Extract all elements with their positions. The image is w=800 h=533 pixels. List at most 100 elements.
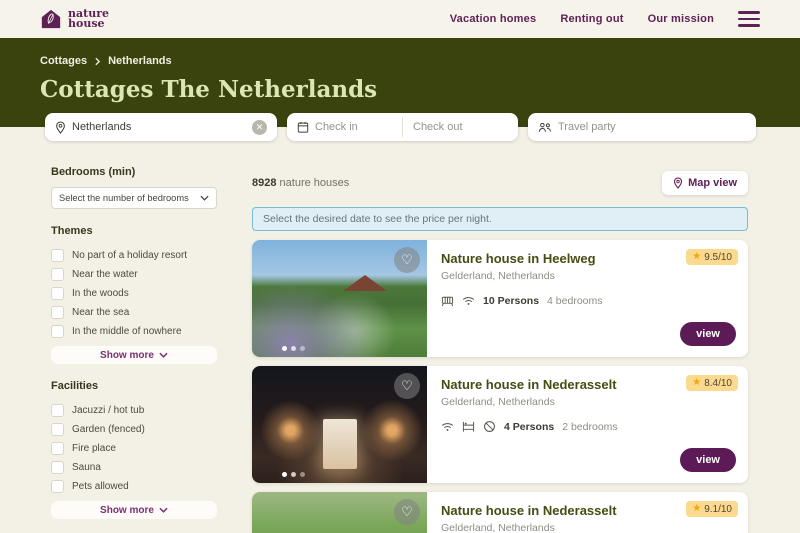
page-title: Cottages The Netherlands	[40, 76, 378, 103]
crib-icon	[441, 294, 454, 307]
rating-badge: ★ 9.5/10	[686, 249, 738, 265]
check-in-input[interactable]	[315, 121, 392, 133]
map-view-button[interactable]: Map view	[662, 171, 748, 195]
breadcrumb: Cottages Netherlands	[40, 55, 760, 67]
listing-card: ♡ Nature house in Heelweg Gelderland, Ne…	[252, 240, 748, 357]
theme-option-in-woods[interactable]: In the woods	[51, 284, 217, 303]
breadcrumb-netherlands[interactable]: Netherlands	[108, 55, 172, 67]
persons-count: 10 Persons	[483, 294, 540, 307]
breadcrumb-chevron-icon	[95, 57, 101, 66]
facility-option-fire-place[interactable]: Fire place	[51, 439, 217, 458]
checkbox[interactable]	[51, 249, 64, 262]
clear-location-icon[interactable]: ✕	[252, 119, 267, 135]
brand-logo[interactable]: nature house	[40, 8, 109, 30]
results-area: 8928 nature houses Map view Select the d…	[252, 171, 748, 533]
listing-card: ♡ Nature house in Nederasselt Gelderland…	[252, 492, 748, 533]
checkbox[interactable]	[51, 287, 64, 300]
check-in-field[interactable]	[287, 113, 402, 141]
favorite-heart-icon[interactable]: ♡	[394, 499, 420, 525]
location-pin-icon	[55, 120, 66, 134]
location-input[interactable]	[72, 121, 252, 133]
listing-photo[interactable]: ♡	[252, 240, 427, 357]
filter-sidebar: Bedrooms (min) Select the number of bedr…	[51, 166, 217, 533]
view-button[interactable]: view	[680, 448, 736, 472]
themes-filter-section: Themes No part of a holiday resort Near …	[51, 225, 217, 364]
checkbox[interactable]	[51, 480, 64, 493]
hamburger-menu-icon[interactable]	[738, 11, 760, 27]
checkbox[interactable]	[51, 325, 64, 338]
travel-party-field[interactable]	[528, 113, 756, 141]
favorite-heart-icon[interactable]: ♡	[394, 373, 420, 399]
wifi-icon	[441, 422, 454, 432]
checkbox[interactable]	[51, 306, 64, 319]
search-bar: ✕	[45, 113, 756, 141]
house-leaf-icon	[40, 8, 62, 30]
checkbox[interactable]	[51, 423, 64, 436]
listing-details: Nature house in Nederasselt Gelderland, …	[427, 366, 748, 483]
no-smoking-icon	[483, 420, 496, 433]
wifi-icon	[462, 296, 475, 306]
bunk-bed-icon	[462, 420, 475, 433]
star-icon: ★	[692, 503, 702, 514]
top-bar: nature house Vacation homes Renting out O…	[0, 0, 800, 38]
theme-option-near-water[interactable]: Near the water	[51, 265, 217, 284]
amenities-row: 10 Persons 4 bedrooms	[441, 294, 734, 307]
checkbox[interactable]	[51, 442, 64, 455]
chevron-down-icon	[159, 352, 168, 358]
date-info-banner: Select the desired date to see the price…	[252, 207, 748, 231]
checkbox[interactable]	[51, 404, 64, 417]
results-header: 8928 nature houses Map view	[252, 171, 748, 195]
page: nature house Vacation homes Renting out O…	[0, 0, 800, 533]
listing-card: ♡ Nature house in Nederasselt Gelderland…	[252, 366, 748, 483]
favorite-heart-icon[interactable]: ♡	[394, 247, 420, 273]
date-fields	[287, 113, 518, 141]
location-field[interactable]: ✕	[45, 113, 277, 141]
listing-photo[interactable]: ♡	[252, 366, 427, 483]
theme-option-holiday-resort[interactable]: No part of a holiday resort	[51, 246, 217, 265]
breadcrumb-cottages[interactable]: Cottages	[40, 55, 87, 67]
bedrooms-heading: Bedrooms (min)	[51, 166, 136, 178]
bedrooms-select-value: Select the number of bedrooms	[59, 193, 189, 203]
calendar-icon	[297, 121, 309, 133]
brand-name: nature house	[68, 6, 109, 30]
facility-option-garden[interactable]: Garden (fenced)	[51, 420, 217, 439]
carousel-dots[interactable]	[282, 346, 305, 351]
listing-location: Gelderland, Netherlands	[441, 522, 555, 533]
check-out-input[interactable]	[413, 121, 508, 133]
themes-heading: Themes	[51, 225, 93, 237]
view-button[interactable]: view	[680, 322, 736, 346]
listing-location: Gelderland, Netherlands	[441, 396, 555, 408]
travel-party-icon	[538, 122, 552, 133]
bedrooms-select[interactable]: Select the number of bedrooms	[51, 187, 217, 209]
amenities-row: 4 Persons 2 bedrooms	[441, 420, 734, 433]
persons-count: 4 Persons	[504, 420, 555, 433]
checkbox[interactable]	[51, 461, 64, 474]
themes-show-more-button[interactable]: Show more	[51, 346, 217, 364]
listing-location: Gelderland, Netherlands	[441, 270, 555, 282]
travel-party-input[interactable]	[558, 121, 746, 133]
listing-details: Nature house in Nederasselt Gelderland, …	[427, 492, 748, 533]
theme-option-near-sea[interactable]: Near the sea	[51, 303, 217, 322]
nav-vacation-homes[interactable]: Vacation homes	[450, 13, 537, 25]
rating-badge: ★ 9.1/10	[686, 501, 738, 517]
star-icon: ★	[692, 377, 702, 388]
bedrooms-count: 2 bedrooms	[562, 420, 618, 433]
bedrooms-count: 4 bedrooms	[547, 294, 603, 307]
facility-option-sauna[interactable]: Sauna	[51, 458, 217, 477]
facilities-filter-section: Facilities Jacuzzi / hot tub Garden (fen…	[51, 380, 217, 519]
checkbox[interactable]	[51, 268, 64, 281]
facility-option-pets-allowed[interactable]: Pets allowed	[51, 477, 217, 496]
facility-option-jacuzzi[interactable]: Jacuzzi / hot tub	[51, 401, 217, 420]
chevron-down-icon	[200, 195, 209, 201]
listing-details: Nature house in Heelweg Gelderland, Neth…	[427, 240, 748, 357]
nav-renting-out[interactable]: Renting out	[560, 13, 623, 25]
check-out-field[interactable]	[403, 113, 518, 141]
star-icon: ★	[692, 251, 702, 262]
listing-photo[interactable]: ♡	[252, 492, 427, 533]
map-pin-icon	[673, 177, 683, 189]
theme-option-middle-of-nowhere[interactable]: In the middle of nowhere	[51, 322, 217, 341]
nav-our-mission[interactable]: Our mission	[648, 13, 714, 25]
carousel-dots[interactable]	[282, 472, 305, 477]
facilities-show-more-button[interactable]: Show more	[51, 501, 217, 519]
chevron-down-icon	[159, 507, 168, 513]
